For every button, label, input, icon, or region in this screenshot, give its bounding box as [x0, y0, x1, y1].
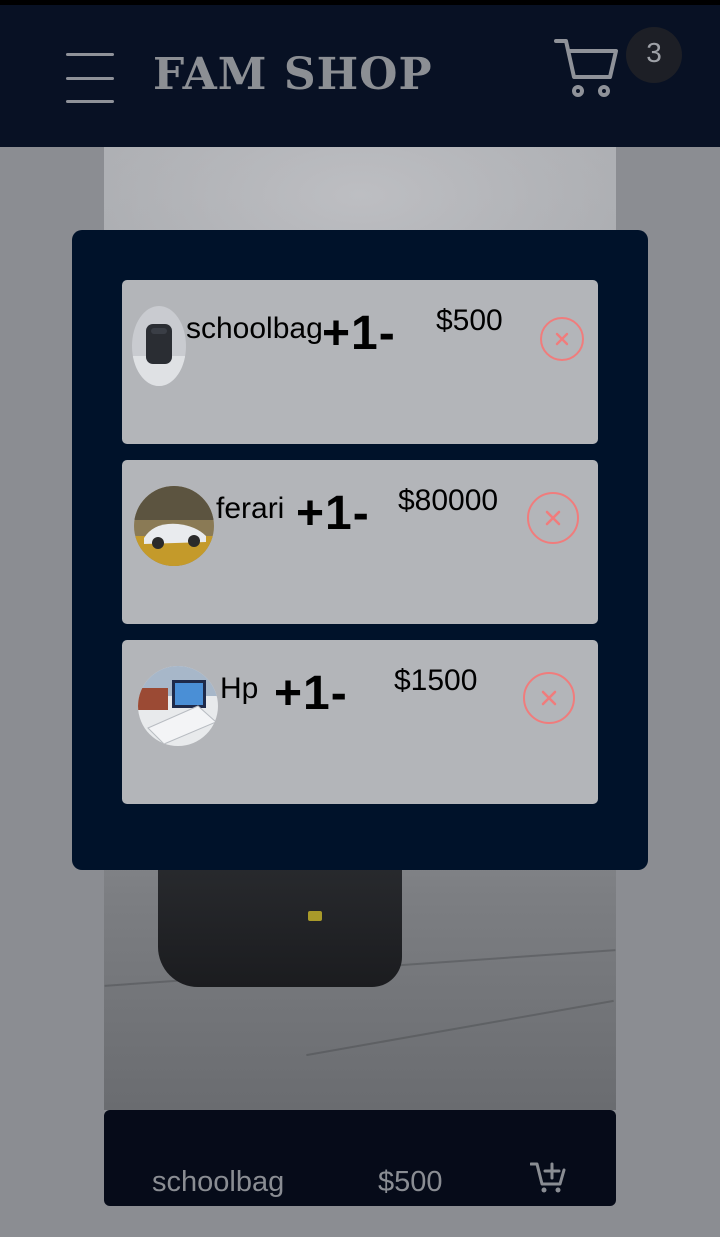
item-thumbnail — [132, 306, 186, 386]
item-price: $80000 — [398, 484, 499, 517]
hamburger-menu-icon[interactable] — [66, 53, 114, 105]
item-thumbnail — [134, 486, 214, 566]
item-price: $1500 — [394, 664, 478, 697]
cart-item: ferari +1- $80000 — [122, 460, 598, 624]
cart-modal: schoolbag +1- $500 ferari +1- $80000 Hp … — [72, 230, 648, 870]
item-name: Hp — [220, 672, 259, 705]
remove-item-button[interactable] — [527, 492, 579, 544]
quantity-stepper: +1- — [296, 486, 369, 541]
item-name: schoolbag — [186, 312, 323, 345]
close-circle-icon — [545, 510, 561, 526]
product-price: $500 — [378, 1166, 443, 1198]
quantity-value: 1 — [351, 307, 378, 360]
brand-title: FAM SHOP — [153, 49, 433, 100]
increment-button[interactable]: + — [296, 487, 324, 540]
product-footer: schoolbag $500 — [104, 1110, 616, 1206]
item-name: ferari — [216, 492, 285, 525]
quantity-value: 1 — [325, 487, 352, 540]
close-circle-icon — [555, 332, 569, 346]
quantity-stepper: +1- — [274, 666, 347, 721]
remove-item-button[interactable] — [523, 672, 575, 724]
add-to-cart-icon[interactable] — [530, 1160, 566, 1194]
shopping-cart-icon[interactable] — [554, 35, 620, 99]
decrement-button[interactable]: - — [379, 307, 395, 360]
quantity-value: 1 — [303, 667, 330, 720]
increment-button[interactable]: + — [274, 667, 302, 720]
cart-item: schoolbag +1- $500 — [122, 280, 598, 444]
decrement-button[interactable]: - — [331, 667, 347, 720]
increment-button[interactable]: + — [322, 307, 350, 360]
item-price: $500 — [436, 304, 503, 337]
remove-item-button[interactable] — [540, 317, 584, 361]
close-circle-icon — [541, 690, 557, 706]
item-thumbnail — [138, 666, 218, 746]
cart-count-badge: 3 — [626, 27, 682, 83]
app-header: FAM SHOP 3 — [0, 0, 720, 147]
cart-item: Hp +1- $1500 — [122, 640, 598, 804]
product-name: schoolbag — [152, 1166, 285, 1198]
quantity-stepper: +1- — [322, 306, 395, 361]
decrement-button[interactable]: - — [353, 487, 369, 540]
